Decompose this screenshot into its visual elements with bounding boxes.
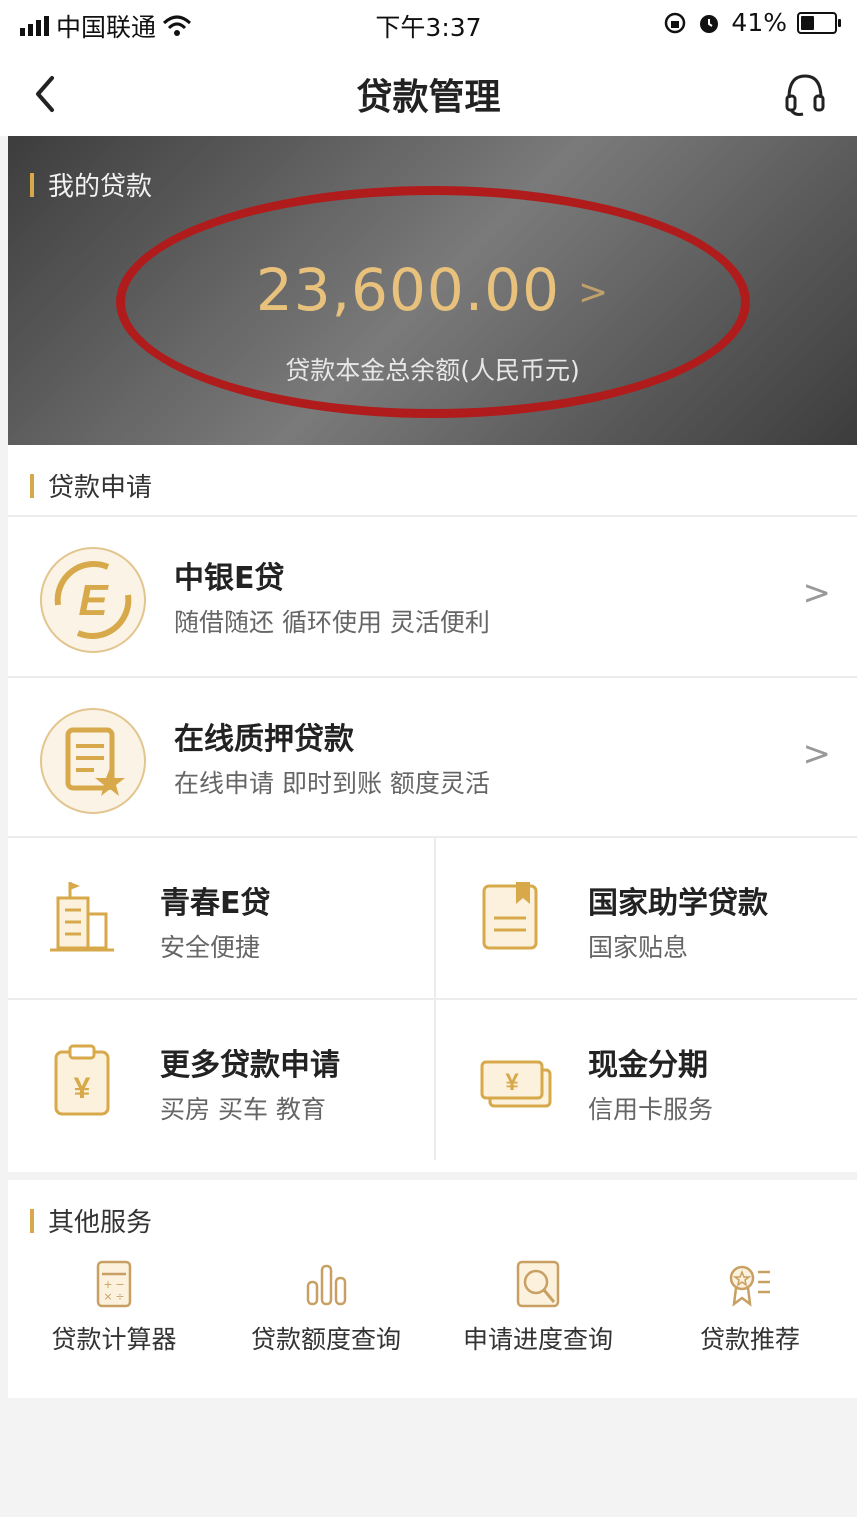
service-credit-limit-query[interactable]: 贷款额度查询 — [220, 1260, 432, 1370]
grid-item-youth-loan[interactable]: 青春E贷 安全便捷 — [8, 838, 432, 998]
battery-icon — [797, 11, 841, 34]
loan-balance-amount[interactable]: 23,600.00 > — [8, 256, 857, 324]
grid-item-cash-installment[interactable]: ¥ 现金分期 信用卡服务 — [436, 1000, 857, 1160]
product-title: 在线质押贷款 — [174, 722, 354, 757]
loan-balance-caption: 贷款本金总余额(人民币元) — [285, 356, 580, 385]
grid-subtitle: 国家贴息 — [588, 933, 689, 962]
my-loan-label: 我的贷款 — [30, 166, 152, 203]
service-label: 申请进度查询 — [462, 1325, 613, 1354]
svg-text:¥: ¥ — [74, 1072, 91, 1105]
rotation-lock-icon — [665, 12, 686, 33]
magnifier-icon — [516, 1260, 560, 1308]
svg-text:×: × — [103, 1290, 112, 1303]
loan-balance-value: 23,600.00 — [255, 256, 560, 324]
headset-icon — [785, 74, 825, 116]
service-label: 贷款额度查询 — [250, 1325, 401, 1354]
clipboard-yuan-icon: ¥ — [54, 1044, 110, 1116]
my-loan-label-text: 我的贷款 — [48, 172, 153, 202]
grid-item-student-loan[interactable]: 国家助学贷款 国家贴息 — [436, 838, 857, 998]
grid-item-more-loans[interactable]: ¥ 更多贷款申请 买房 买车 教育 — [8, 1000, 432, 1160]
service-loan-recommend[interactable]: 贷款推荐 — [644, 1260, 856, 1370]
grid-subtitle: 买房 买车 教育 — [160, 1095, 326, 1124]
product-title: 中银E贷 — [174, 561, 285, 596]
calculator-icon: + − × ÷ — [96, 1260, 132, 1308]
svg-text:¥: ¥ — [505, 1069, 519, 1096]
product-subtitle: 随借随还 循环使用 灵活便利 — [174, 608, 490, 637]
grid-title: 现金分期 — [588, 1048, 708, 1083]
grid-title: 更多贷款申请 — [160, 1048, 340, 1083]
service-loan-calculator[interactable]: + − × ÷ 贷款计算器 — [8, 1260, 220, 1370]
svg-text:÷: ÷ — [115, 1290, 124, 1303]
e-loan-icon: E — [40, 547, 146, 653]
loan-product-grid: 青春E贷 安全便捷 国家助学贷款 国家贴息 ¥ 更多贷款申请 买房 买车 教育 — [8, 836, 857, 1160]
chevron-right-icon: > — [802, 734, 832, 774]
service-application-progress[interactable]: 申请进度查询 — [432, 1260, 644, 1370]
cash-stack-icon: ¥ — [480, 1060, 552, 1108]
grid-subtitle: 安全便捷 — [160, 933, 261, 962]
other-services-label: 其他服务 — [30, 1202, 152, 1239]
status-bar: 中国联通 下午3:37 41% — [0, 0, 857, 50]
chevron-right-icon: > — [578, 272, 610, 313]
page-title: 贷款管理 — [356, 77, 501, 118]
grid-subtitle: 信用卡服务 — [588, 1095, 714, 1124]
bookmark-document-icon — [482, 882, 538, 950]
building-icon — [50, 882, 114, 952]
product-row-e-loan[interactable]: E 中银E贷 随借随还 循环使用 灵活便利 > — [8, 515, 857, 677]
loan-application-section: 贷款申请 E 中银E贷 随借随还 循环使用 灵活便利 > 在线质押贷款 在线申请… — [8, 445, 857, 1172]
bar-chart-icon — [306, 1264, 347, 1306]
svg-text:E: E — [78, 576, 109, 625]
other-services-section: 其他服务 + − × ÷ 贷款计算器 贷款额度查询 申请进度查询 贷款推荐 — [8, 1180, 857, 1398]
section-accent-bar — [30, 1208, 34, 1233]
product-subtitle: 在线申请 即时到账 额度灵活 — [174, 769, 490, 798]
product-row-pledge-loan[interactable]: 在线质押贷款 在线申请 即时到账 额度灵活 > — [8, 676, 857, 838]
alarm-icon — [700, 14, 719, 33]
nav-bar: 贷款管理 — [0, 50, 857, 136]
loan-application-label: 贷款申请 — [30, 467, 152, 504]
section-accent-bar — [30, 473, 34, 498]
battery-fill — [801, 15, 814, 30]
service-label: 贷款计算器 — [51, 1325, 177, 1354]
loan-application-label-text: 贷款申请 — [48, 473, 153, 503]
other-services-label-text: 其他服务 — [48, 1208, 153, 1238]
section-accent-bar — [30, 172, 34, 197]
customer-service-button[interactable] — [781, 70, 829, 118]
document-star-icon — [40, 708, 146, 814]
grid-title: 青春E贷 — [160, 886, 271, 921]
chevron-right-icon: > — [802, 573, 832, 613]
grid-title: 国家助学贷款 — [588, 886, 768, 921]
my-loan-card: 我的贷款 23,600.00 > 贷款本金总余额(人民币元) — [8, 136, 857, 445]
battery-percent: 41% — [731, 8, 787, 37]
status-indicators: 41% — [663, 8, 841, 37]
award-list-icon — [729, 1265, 770, 1307]
service-label: 贷款推荐 — [699, 1325, 800, 1354]
